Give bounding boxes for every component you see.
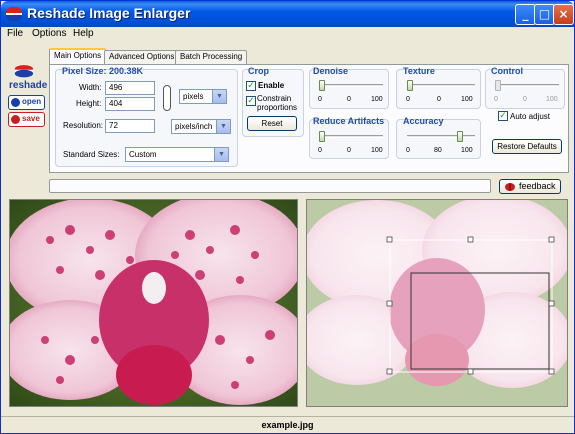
- height-label: Height:: [76, 99, 102, 108]
- size-unit-value: pixels: [183, 92, 204, 101]
- pane-divider[interactable]: [299, 197, 305, 409]
- chain-link-icon[interactable]: [163, 85, 171, 111]
- control-tick-min: 0: [494, 96, 498, 103]
- crop-enable-label: Enable: [258, 81, 285, 90]
- app-window: Reshade Image Enlarger _ □ × File Option…: [0, 0, 575, 434]
- close-button[interactable]: ×: [553, 4, 574, 25]
- status-filename: example.jpg: [261, 420, 314, 430]
- restore-defaults-button[interactable]: Restore Defaults: [492, 139, 562, 154]
- standard-sizes-select[interactable]: Custom ▼: [125, 147, 229, 162]
- resolution-label: Resolution:: [63, 121, 104, 130]
- denoise-slider-track[interactable]: [319, 84, 383, 87]
- feedback-label: feedback: [519, 181, 556, 191]
- resolution-unit-value: pixels/inch: [175, 122, 213, 131]
- open-label: open: [22, 97, 42, 106]
- feedback-button[interactable]: feedback: [499, 179, 561, 194]
- size-unit-select[interactable]: pixels ▼: [179, 89, 227, 104]
- texture-tick-max: 100: [461, 96, 473, 103]
- menu-help[interactable]: Help: [73, 28, 94, 39]
- reshade-logo-icon: [14, 65, 34, 78]
- denoise-tick-value: 0: [347, 96, 351, 103]
- auto-adjust-label: Auto adjust: [510, 112, 551, 121]
- pixel-size-title: Pixel Size: 200.38K: [62, 66, 144, 76]
- artifacts-tick-value: 0: [347, 147, 351, 154]
- chevron-down-icon: ▼: [212, 90, 226, 103]
- open-icon: [11, 98, 20, 107]
- bug-icon: [505, 183, 515, 191]
- constrain-proportions-label: Constrain proportions: [257, 94, 298, 112]
- menu-file[interactable]: File: [7, 28, 23, 39]
- open-button[interactable]: open: [8, 95, 45, 110]
- texture-slider-thumb[interactable]: [407, 80, 413, 91]
- menu-bar: File Options Help: [1, 27, 574, 41]
- artifacts-tick-max: 100: [371, 147, 383, 154]
- artifacts-slider-track[interactable]: [319, 135, 383, 138]
- preview-image-pane[interactable]: [306, 199, 568, 407]
- accuracy-slider-thumb[interactable]: [456, 131, 463, 142]
- denoise-title: Denoise: [313, 66, 349, 76]
- title-bar[interactable]: Reshade Image Enlarger _ □ ×: [1, 1, 574, 27]
- artifacts-slider-thumb[interactable]: [319, 131, 325, 142]
- progress-bar: [49, 179, 491, 193]
- crop-reset-button[interactable]: Reset: [247, 116, 297, 131]
- chevron-down-icon: ▼: [214, 148, 228, 161]
- crop-enable-checkbox[interactable]: ✓: [246, 81, 256, 91]
- app-icon: [6, 7, 22, 21]
- tab-batch-processing[interactable]: Batch Processing: [175, 50, 248, 65]
- save-label: save: [22, 114, 40, 123]
- logo-text: reshade: [9, 80, 48, 91]
- accuracy-tick-min: 0: [406, 147, 410, 154]
- standard-sizes-label: Standard Sizes:: [63, 150, 120, 159]
- status-bar: example.jpg: [1, 416, 574, 433]
- resolution-unit-select[interactable]: pixels/inch ▼: [171, 119, 231, 134]
- auto-adjust-checkbox[interactable]: ✓: [498, 111, 508, 121]
- texture-slider-track[interactable]: [407, 84, 475, 87]
- tab-main-options[interactable]: Main Options: [49, 48, 107, 65]
- denoise-tick-max: 100: [371, 96, 383, 103]
- denoise-slider-thumb[interactable]: [319, 80, 325, 91]
- orchid-original-image: [10, 200, 297, 406]
- save-icon: [11, 115, 20, 124]
- accuracy-tick-max: 100: [461, 147, 473, 154]
- chevron-down-icon: ▼: [216, 120, 230, 133]
- width-label: Width:: [79, 83, 102, 92]
- save-button[interactable]: save: [8, 112, 45, 127]
- width-field[interactable]: 496: [105, 81, 155, 95]
- orchid-preview-image: [307, 200, 567, 406]
- original-image-pane[interactable]: [9, 199, 298, 407]
- control-tick-value: 0: [523, 96, 527, 103]
- standard-sizes-value: Custom: [129, 150, 157, 159]
- texture-tick-min: 0: [406, 96, 410, 103]
- window-title: Reshade Image Enlarger: [27, 5, 191, 21]
- denoise-tick-min: 0: [318, 96, 322, 103]
- texture-tick-value: 0: [437, 96, 441, 103]
- accuracy-tick-value: 80: [434, 147, 442, 154]
- reduce-artifacts-title: Reduce Artifacts: [313, 116, 385, 126]
- crop-title: Crop: [248, 66, 269, 76]
- resolution-field[interactable]: 72: [105, 119, 155, 133]
- control-slider-track[interactable]: [495, 84, 559, 87]
- height-field[interactable]: 404: [105, 97, 155, 111]
- control-title: Control: [491, 66, 523, 76]
- artifacts-tick-min: 0: [318, 147, 322, 154]
- accuracy-slider-track[interactable]: [407, 135, 475, 138]
- maximize-button[interactable]: □: [534, 4, 555, 25]
- menu-options[interactable]: Options: [32, 28, 66, 39]
- texture-title: Texture: [403, 66, 435, 76]
- minimize-button[interactable]: _: [515, 4, 536, 25]
- tab-advanced-options[interactable]: Advanced Options: [104, 50, 180, 65]
- accuracy-title: Accuracy: [403, 116, 444, 126]
- control-slider-thumb[interactable]: [495, 80, 501, 91]
- constrain-proportions-checkbox[interactable]: ✓: [246, 96, 256, 106]
- control-tick-max: 100: [546, 96, 558, 103]
